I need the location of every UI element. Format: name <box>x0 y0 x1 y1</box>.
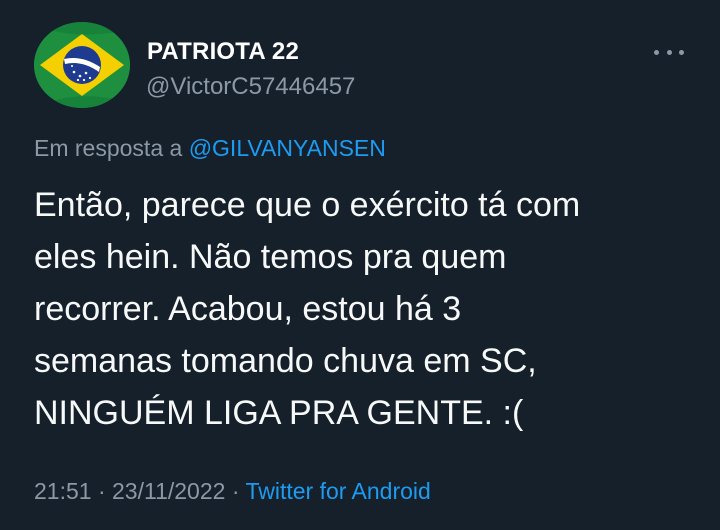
tweet-time[interactable]: 21:51 <box>34 478 92 504</box>
user-handle[interactable]: @VictorC57446457 <box>146 73 355 101</box>
more-dot <box>666 49 672 55</box>
more-dot <box>679 49 684 55</box>
avatar[interactable] <box>34 22 130 108</box>
tweet-card: PATRIOTA 22 @VictorC57446457 Em resposta… <box>0 0 720 530</box>
tweet-text-line: recorrer. Acabou, estou há 3 <box>34 290 462 328</box>
reply-prefix: Em resposta a <box>34 135 183 161</box>
display-name[interactable]: PATRIOTA 22 <box>147 38 299 66</box>
tweet-text-line: NINGUÉM LIGA PRA GENTE. :( <box>34 394 524 432</box>
tweet-date[interactable]: 23/11/2022 <box>112 478 225 504</box>
more-options-icon[interactable] <box>654 46 684 58</box>
tweet-text-line: Então, parece que o exército tá com <box>34 186 581 224</box>
tweet-source-link[interactable]: Twitter for Android <box>245 478 430 504</box>
tweet-text-line: semanas tomando chuva em SC, <box>34 342 537 380</box>
tweet-meta: 21:51 · 23/11/2022 · Twitter for Android <box>34 478 431 505</box>
reply-context: Em resposta a @GILVANYANSEN <box>34 135 386 162</box>
tweet-text-line: eles hein. Não temos pra quem <box>34 238 507 276</box>
reply-target-link[interactable]: @GILVANYANSEN <box>189 135 386 161</box>
meta-separator: · <box>97 478 106 504</box>
more-dot <box>654 49 659 55</box>
meta-separator: · <box>231 478 240 504</box>
tweet-text: Então, parece que o exército tá com eles… <box>34 179 694 439</box>
brazil-flag-icon <box>34 22 130 108</box>
